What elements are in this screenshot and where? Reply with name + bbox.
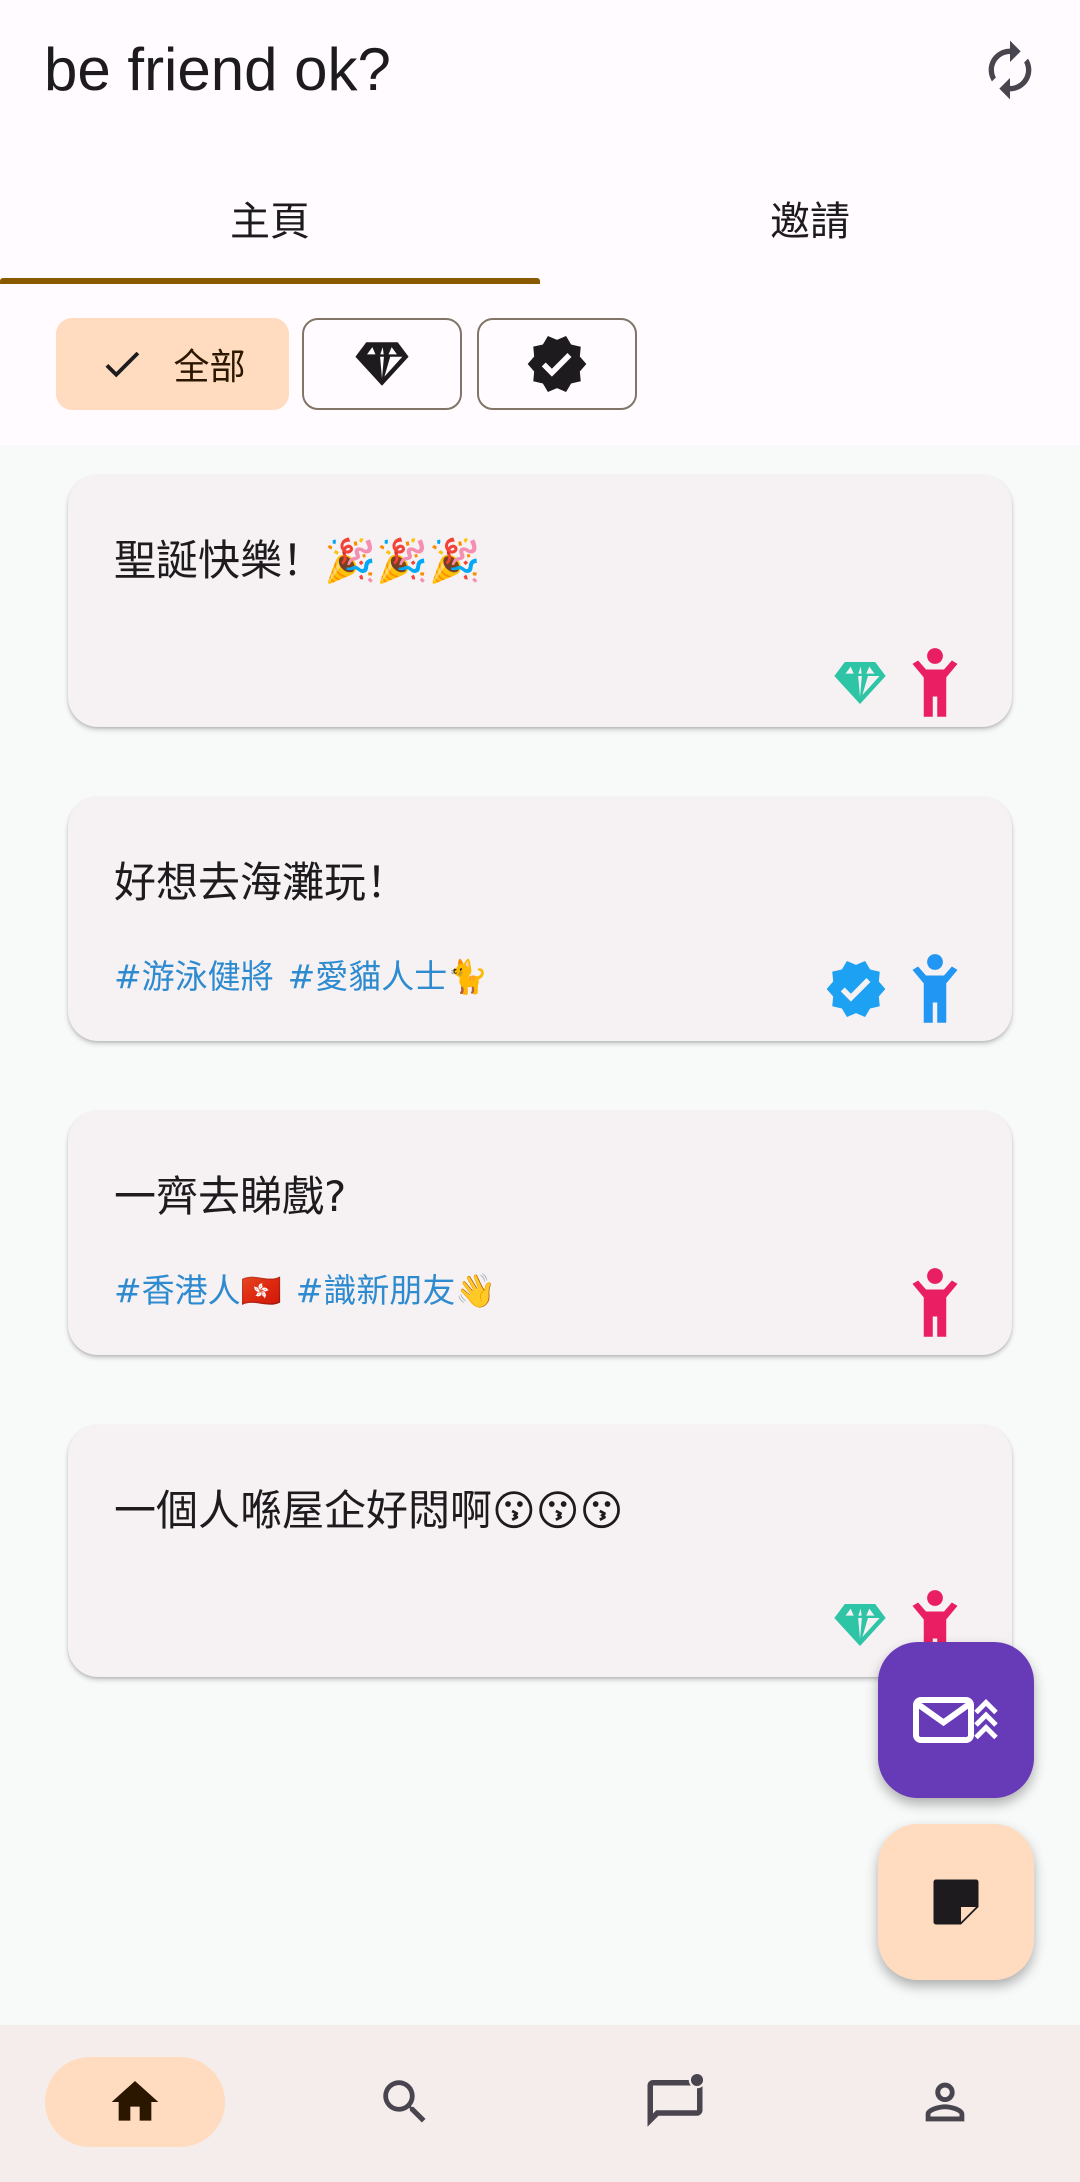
post-text: 一個人喺屋企好悶啊😗😗😗 xyxy=(114,1486,624,1535)
refresh-icon xyxy=(988,40,1032,100)
post-tags: #香港人🇭🇰 #識新朋友👋 xyxy=(114,1269,497,1313)
filter-chip-all[interactable]: 全部 xyxy=(56,318,289,410)
filter-chip-diamond[interactable] xyxy=(302,318,462,410)
diamond-icon xyxy=(834,662,886,704)
post-text: 一齊去睇戲? xyxy=(114,1172,347,1221)
post-card[interactable]: 好想去海灘玩！ #游泳健將 #愛貓人士🐈 xyxy=(68,797,1012,1041)
mail-send-icon xyxy=(913,1697,998,1743)
female-person-icon xyxy=(912,648,958,717)
nav-chat[interactable] xyxy=(585,2057,765,2147)
post-badges xyxy=(908,1267,962,1339)
post-card[interactable]: 聖誕快樂！🎉🎉🎉 xyxy=(68,475,1012,727)
post-tag[interactable]: #愛貓人士🐈 xyxy=(288,957,489,996)
post-badges xyxy=(832,647,962,719)
person-icon xyxy=(925,2082,965,2122)
nav-search[interactable] xyxy=(315,2057,495,2147)
nav-home[interactable] xyxy=(45,2057,225,2147)
filter-chips: 全部 xyxy=(0,285,1080,445)
verified-badge-icon xyxy=(826,961,886,1017)
app-screen: be friend ok? 主頁 邀請 全部 聖誕快樂！🎉🎉🎉 好想去海灘玩！ … xyxy=(0,0,1080,2182)
filter-chip-all-label: 全部 xyxy=(173,347,246,388)
post-tag[interactable]: #識新朋友👋 xyxy=(296,1271,497,1310)
tab-invite[interactable]: 邀請 xyxy=(540,150,1080,285)
post-tag[interactable]: #香港人🇭🇰 xyxy=(114,1271,282,1310)
male-person-icon xyxy=(912,954,958,1023)
tab-home-label: 主頁 xyxy=(230,198,310,245)
tab-home[interactable]: 主頁 xyxy=(0,150,540,285)
post-card[interactable]: 一齊去睇戲? #香港人🇭🇰 #識新朋友👋 xyxy=(68,1111,1012,1355)
top-app-bar: be friend ok? xyxy=(0,0,1080,150)
app-title: be friend ok? xyxy=(44,36,391,103)
post-card[interactable]: 一個人喺屋企好悶啊😗😗😗 xyxy=(68,1425,1012,1677)
tab-indicator xyxy=(0,278,540,284)
check-icon xyxy=(106,351,140,378)
post-tags: #游泳健將 #愛貓人士🐈 xyxy=(114,955,488,999)
invitations-fab[interactable] xyxy=(878,1642,1034,1798)
post-tag[interactable]: #游泳健將 xyxy=(114,957,274,996)
post-text: 好想去海灘玩！ xyxy=(114,858,409,907)
filter-chip-verified[interactable] xyxy=(477,318,637,410)
tab-invite-label: 邀請 xyxy=(770,198,850,245)
diamond-icon xyxy=(834,1604,886,1646)
chat-icon xyxy=(647,2071,706,2127)
verified-badge-icon xyxy=(527,336,587,392)
female-person-icon xyxy=(912,1268,958,1337)
tab-bar: 主頁 邀請 xyxy=(0,150,1080,285)
new-post-fab[interactable] xyxy=(878,1824,1034,1980)
refresh-button[interactable] xyxy=(970,30,1050,110)
post-badges xyxy=(824,953,962,1025)
bottom-navigation xyxy=(0,2025,1080,2182)
diamond-icon xyxy=(355,342,409,386)
nav-profile[interactable] xyxy=(855,2057,1035,2147)
home-icon xyxy=(111,2081,159,2121)
sticky-note-icon xyxy=(933,1879,979,1925)
search-icon xyxy=(383,2080,426,2123)
post-text: 聖誕快樂！🎉🎉🎉 xyxy=(114,536,481,585)
